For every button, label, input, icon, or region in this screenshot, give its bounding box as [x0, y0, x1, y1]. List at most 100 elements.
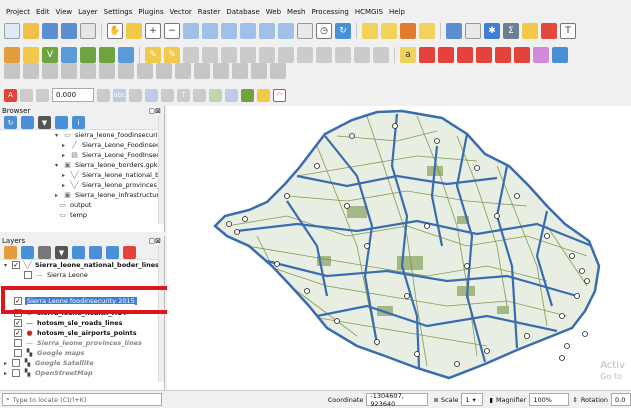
calculator-icon[interactable]	[465, 23, 481, 39]
label-tool-8-icon[interactable]	[225, 88, 238, 102]
select-by-value-icon[interactable]	[400, 23, 416, 39]
new-map-view-icon[interactable]	[297, 23, 313, 39]
browser-item[interactable]: ▾ ▭ sierra_leone_foodinsecurit	[0, 130, 164, 140]
refresh-icon[interactable]: ↻	[335, 23, 351, 39]
deselect-icon[interactable]	[419, 23, 435, 39]
filter-icon[interactable]: ▼	[38, 116, 51, 129]
zoom-selection-icon[interactable]	[202, 23, 218, 39]
expand-arrow-icon[interactable]: ▸	[4, 370, 12, 377]
menu-vector[interactable]: Vector	[166, 8, 194, 16]
fill-ring-icon[interactable]	[99, 63, 115, 79]
zoom-out-icon[interactable]: −	[164, 23, 180, 39]
rotate-symbols-icon[interactable]	[270, 63, 286, 79]
modify-attributes-icon[interactable]	[259, 47, 275, 63]
split-features-icon[interactable]	[194, 63, 210, 79]
layer-checkbox[interactable]	[14, 329, 22, 337]
feature-action-icon[interactable]	[257, 88, 270, 102]
copy-features-icon[interactable]	[316, 47, 332, 63]
save-as-icon[interactable]	[61, 23, 77, 39]
menu-processing[interactable]: Processing	[308, 8, 351, 16]
layer-item[interactable]: — Sierra_leone_provinces_lines	[0, 338, 164, 348]
menu-raster[interactable]: Raster	[195, 8, 224, 16]
menu-hcmgis[interactable]: HCMGIS	[352, 8, 386, 16]
collapse-all-icon[interactable]	[106, 246, 119, 259]
add-label-icon[interactable]	[145, 88, 158, 102]
layer-item[interactable]: ▸ ▚ OpenStreetMap	[0, 368, 164, 378]
measure-icon[interactable]: Σ	[503, 23, 519, 39]
label-highlight-icon[interactable]	[438, 47, 454, 63]
layer-item[interactable]: — Sierra Leone	[0, 270, 164, 280]
panel-controls-icon[interactable]: ▢⊠	[149, 107, 161, 115]
digitize-icon[interactable]	[202, 47, 218, 63]
identify-icon[interactable]	[362, 23, 378, 39]
expand-arrow-icon[interactable]: ▸	[62, 142, 70, 149]
label-change-icon[interactable]	[495, 47, 511, 63]
add-delimited-text-icon[interactable]	[80, 47, 96, 63]
ad-icon[interactable]: A	[4, 88, 17, 102]
label-text-icon[interactable]: T	[177, 88, 190, 102]
add-feature-icon[interactable]	[221, 47, 237, 63]
select-features-icon[interactable]	[381, 23, 397, 39]
label-hide-icon[interactable]	[533, 47, 549, 63]
layer-item[interactable]: ▾ ╲╱ Sierra_leone_national_boder_lines	[0, 260, 164, 270]
refresh-icon[interactable]: ↻	[4, 116, 17, 129]
pan-to-selection-icon[interactable]	[126, 23, 142, 39]
add-vector-icon[interactable]: V	[42, 47, 58, 63]
reshape-icon[interactable]	[156, 63, 172, 79]
label-tool-4-icon[interactable]	[129, 88, 142, 102]
coordinate-field[interactable]: -1304607, 923640	[366, 392, 429, 408]
expand-arrow-icon[interactable]: ▸	[55, 192, 63, 199]
browser-item[interactable]: ▸ ╱ Sierra_Leone_Foodinsec	[0, 140, 164, 150]
expand-arrow-icon[interactable]: ▾	[55, 132, 63, 139]
rotate-feature-icon[interactable]	[23, 63, 39, 79]
zoom-layer-icon[interactable]	[221, 23, 237, 39]
layer-checkbox[interactable]	[12, 369, 20, 377]
menu-plugins[interactable]: Plugins	[135, 8, 166, 16]
data-source-manager-icon[interactable]	[4, 47, 20, 63]
browser-item[interactable]: ▾ ▣ Sierra_leone_borders.gpkg	[0, 160, 164, 170]
annotation-icon[interactable]	[541, 23, 557, 39]
delete-selected-icon[interactable]	[278, 47, 294, 63]
panel-controls-icon[interactable]: ▢⊠	[149, 237, 161, 245]
visibility-icon[interactable]	[38, 246, 51, 259]
digitize-shape-icon[interactable]	[4, 63, 20, 79]
add-part-icon[interactable]	[80, 63, 96, 79]
new-project-icon[interactable]	[4, 23, 20, 39]
label-tool-7-icon[interactable]	[209, 88, 222, 102]
dropdown-arrow-icon[interactable]: ▾	[473, 396, 476, 404]
label-tool-6-icon[interactable]	[193, 88, 206, 102]
label-move-icon[interactable]	[457, 47, 473, 63]
collapse-arrow-icon[interactable]: ▾	[4, 262, 12, 269]
offset-curve-icon[interactable]	[175, 63, 191, 79]
split-parts-icon[interactable]	[213, 63, 229, 79]
menu-mesh[interactable]: Mesh	[284, 8, 308, 16]
label-abc-icon[interactable]: a	[400, 47, 416, 63]
spin-arrows-icon[interactable]: ⇕	[572, 396, 577, 404]
layer-checkbox[interactable]	[14, 349, 22, 357]
info-icon[interactable]: i	[72, 116, 85, 129]
toggle-extents-icon[interactable]: ⊛	[433, 396, 438, 404]
add-wms-icon[interactable]	[99, 47, 115, 63]
label-tool-icon[interactable]	[20, 88, 33, 102]
menu-edit[interactable]: Edit	[33, 8, 53, 16]
offset-spinbox[interactable]: 0.000	[52, 88, 94, 102]
browser-item[interactable]: ▭ output	[0, 200, 164, 210]
simplify-icon[interactable]	[42, 63, 58, 79]
expand-all-icon[interactable]	[89, 246, 102, 259]
label-rotate-icon[interactable]	[476, 47, 492, 63]
browser-item[interactable]: ▸ ╲╱ Sierra_leone_provinces_	[0, 180, 164, 190]
menu-view[interactable]: View	[53, 8, 76, 16]
magnifier-field[interactable]: 100%	[529, 393, 570, 406]
current-edits-icon[interactable]: ✎	[145, 47, 161, 63]
remove-layer-icon[interactable]	[123, 246, 136, 259]
label-pin-icon[interactable]	[419, 47, 435, 63]
merge-features-icon[interactable]	[232, 63, 248, 79]
layer-item[interactable]: ▚ Google maps	[0, 348, 164, 358]
delete-part-icon[interactable]	[137, 63, 153, 79]
menu-web[interactable]: Web	[263, 8, 284, 16]
open-folder-icon[interactable]	[23, 23, 39, 39]
locator-input[interactable]: ⌕ Type to locate (Ctrl+K)	[2, 393, 162, 406]
browser-item[interactable]: ▸ ╲╱ Sierra_leone_national_b	[0, 170, 164, 180]
browser-item[interactable]: ▭ temp	[0, 210, 164, 220]
expression-filter-icon[interactable]	[72, 246, 85, 259]
